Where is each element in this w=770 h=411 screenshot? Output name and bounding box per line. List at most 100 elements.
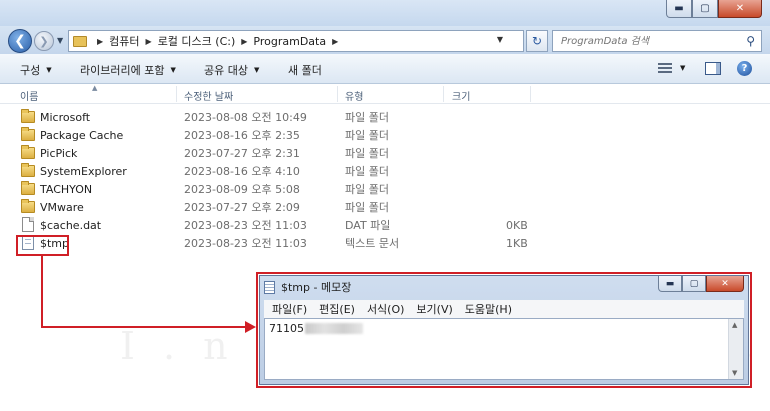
list-item[interactable]: SystemExplorer 2023-08-16 오후 4:10 파일 폴더 <box>16 162 556 180</box>
notepad-icon <box>264 280 275 294</box>
chevron-right-icon[interactable]: ▶ <box>146 37 152 46</box>
column-divider[interactable] <box>337 86 338 102</box>
forward-button[interactable]: ❯ <box>34 31 54 51</box>
item-date: 2023-07-27 오후 2:09 <box>184 201 300 214</box>
include-in-library-label: 라이브러리에 포함 <box>80 64 165 77</box>
refresh-icon: ↻ <box>531 34 543 48</box>
breadcrumb-programdata[interactable]: ProgramData <box>253 35 326 48</box>
list-item[interactable]: Package Cache 2023-08-16 오후 2:35 파일 폴더 <box>16 126 556 144</box>
scroll-up-icon[interactable]: ▲ <box>732 321 737 329</box>
list-item[interactable]: VMware 2023-07-27 오후 2:09 파일 폴더 <box>16 198 556 216</box>
file-icon <box>22 217 34 232</box>
column-header-type[interactable]: 유형 <box>345 88 363 103</box>
item-date: 2023-08-16 오후 2:35 <box>184 129 300 142</box>
item-type: 파일 폴더 <box>345 165 389 178</box>
help-icon[interactable]: ? <box>737 61 752 76</box>
explorer-titlebar: ▬ ▢ ✕ <box>0 0 770 26</box>
minimize-button[interactable]: ▬ <box>658 276 682 292</box>
list-item[interactable]: $tmp 2023-08-23 오전 11:03 텍스트 문서 1KB <box>16 234 556 252</box>
arrow-right-icon <box>245 321 256 333</box>
chevron-right-icon[interactable]: ▶ <box>332 37 338 46</box>
highlight-box <box>16 235 69 256</box>
column-header-size[interactable]: 크기 <box>452 88 470 103</box>
folder-icon <box>21 109 35 123</box>
preview-pane-icon[interactable] <box>705 62 721 75</box>
include-in-library-menu[interactable]: 라이브러리에 포함 ▼ <box>80 62 176 78</box>
address-bar[interactable]: ▶ 컴퓨터 ▶ 로컬 디스크 (C:) ▶ ProgramData ▶ ▼ <box>68 30 524 52</box>
list-item[interactable]: PicPick 2023-07-27 오후 2:31 파일 폴더 <box>16 144 556 162</box>
recent-pages-dropdown[interactable]: ▼ <box>57 36 63 45</box>
new-folder-label: 새 폴더 <box>288 64 322 77</box>
column-header-name[interactable]: 이름 <box>20 88 38 103</box>
folder-icon <box>21 199 35 213</box>
item-name: VMware <box>40 200 84 214</box>
search-box[interactable]: ⚲ <box>552 30 762 52</box>
menu-edit[interactable]: 편집(E) <box>319 301 355 317</box>
item-name: $cache.dat <box>40 218 102 232</box>
column-divider[interactable] <box>443 86 444 102</box>
notepad-window: $tmp - 메모장 ▬ ▢ ✕ 파일(F) 편집(E) 서식(O) 보기(V)… <box>259 275 749 385</box>
folder-icon <box>21 127 35 141</box>
item-type: 파일 폴더 <box>345 183 389 196</box>
menu-help[interactable]: 도움말(H) <box>465 301 512 317</box>
organize-menu[interactable]: 구성 ▼ <box>20 62 52 78</box>
back-button[interactable]: ❮ <box>8 29 32 53</box>
folder-icon <box>21 163 35 177</box>
minimize-button[interactable]: ▬ <box>666 0 692 18</box>
chevron-down-icon[interactable]: ▼ <box>497 35 503 44</box>
redacted-text <box>305 323 363 334</box>
item-date: 2023-08-23 오전 11:03 <box>184 219 307 232</box>
breadcrumb-local-disk[interactable]: 로컬 디스크 (C:) <box>158 33 236 49</box>
share-with-menu[interactable]: 공유 대상 ▼ <box>204 62 259 78</box>
folder-icon <box>73 35 87 47</box>
refresh-button[interactable]: ↻ <box>526 30 548 52</box>
item-date: 2023-08-09 오후 5:08 <box>184 183 300 196</box>
menu-format[interactable]: 서식(O) <box>367 301 404 317</box>
item-type: 파일 폴더 <box>345 129 389 142</box>
column-divider[interactable] <box>176 86 177 102</box>
column-header-date[interactable]: 수정한 날짜 <box>184 88 233 103</box>
maximize-button[interactable]: ▢ <box>692 0 718 18</box>
item-type: DAT 파일 <box>345 219 391 232</box>
close-button[interactable]: ✕ <box>706 276 744 292</box>
close-button[interactable]: ✕ <box>718 0 762 18</box>
search-input[interactable] <box>553 35 733 47</box>
column-header-row: ▲ 이름 수정한 날짜 유형 크기 <box>0 84 770 104</box>
item-size: 1KB <box>506 236 528 250</box>
sort-arrow-icon: ▲ <box>92 84 98 92</box>
scroll-down-icon[interactable]: ▼ <box>732 369 737 377</box>
back-arrow-icon: ❮ <box>14 33 26 49</box>
item-name: TACHYON <box>40 182 93 196</box>
maximize-button[interactable]: ▢ <box>682 276 706 292</box>
address-row: ❮ ❯ ▼ ▶ 컴퓨터 ▶ 로컬 디스크 (C:) ▶ ProgramData … <box>0 26 770 54</box>
view-options-icon[interactable] <box>658 63 672 74</box>
chevron-down-icon: ▼ <box>46 66 52 74</box>
search-icon[interactable]: ⚲ <box>746 34 755 48</box>
item-size: 0KB <box>506 218 528 232</box>
chevron-right-icon[interactable]: ▶ <box>97 37 103 46</box>
list-item[interactable]: $cache.dat 2023-08-23 오전 11:03 DAT 파일 0K… <box>16 216 556 234</box>
notepad-content: 71105 <box>269 322 304 335</box>
list-item[interactable]: TACHYON 2023-08-09 오후 5:08 파일 폴더 <box>16 180 556 198</box>
chevron-right-icon[interactable]: ▶ <box>241 37 247 46</box>
item-date: 2023-08-23 오전 11:03 <box>184 237 307 250</box>
breadcrumb-computer[interactable]: 컴퓨터 <box>109 33 139 49</box>
share-with-label: 공유 대상 <box>204 64 248 77</box>
item-type: 파일 폴더 <box>345 201 389 214</box>
connector-line <box>41 256 43 328</box>
notepad-text-area[interactable]: 71105 ▲ ▼ <box>264 318 744 380</box>
item-date: 2023-07-27 오후 2:31 <box>184 147 300 160</box>
list-item[interactable]: Microsoft 2023-08-08 오전 10:49 파일 폴더 <box>16 108 556 126</box>
organize-label: 구성 <box>20 64 41 77</box>
menu-file[interactable]: 파일(F) <box>272 301 307 317</box>
item-type: 텍스트 문서 <box>345 237 400 250</box>
new-folder-button[interactable]: 새 폴더 <box>288 62 322 78</box>
command-bar: 구성 ▼ 라이브러리에 포함 ▼ 공유 대상 ▼ 새 폴더 ▼ ? <box>0 54 770 84</box>
vertical-scrollbar[interactable]: ▲ ▼ <box>728 319 743 379</box>
menu-view[interactable]: 보기(V) <box>416 301 452 317</box>
folder-icon <box>21 145 35 159</box>
item-name: SystemExplorer <box>40 164 127 178</box>
chevron-down-icon[interactable]: ▼ <box>680 64 685 72</box>
column-divider[interactable] <box>530 86 531 102</box>
item-date: 2023-08-08 오전 10:49 <box>184 111 307 124</box>
